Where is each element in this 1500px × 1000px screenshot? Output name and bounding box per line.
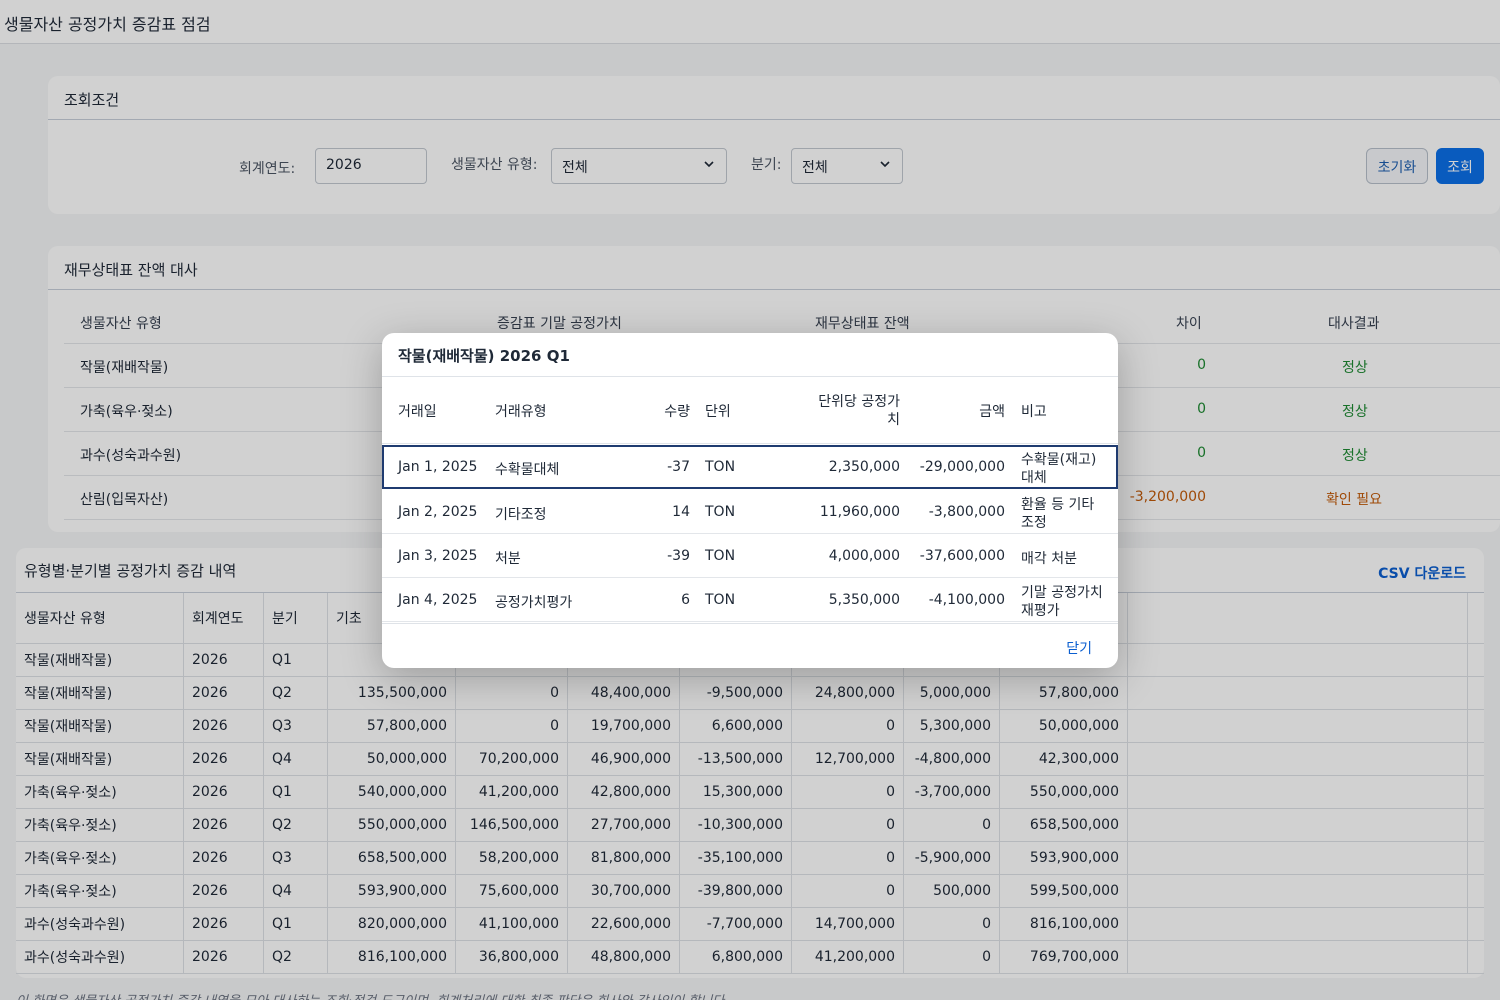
modal-cell-amount: -4,100,000 <box>928 592 1005 608</box>
close-button[interactable]: 닫기 <box>1066 638 1092 658</box>
modal-cell-kind: 처분 <box>495 551 521 567</box>
modal-cell-amount: -3,800,000 <box>928 504 1005 520</box>
modal-cell-unit-fv: 11,960,000 <box>819 504 900 520</box>
modal-cell-unit-fv: 2,350,000 <box>828 459 900 475</box>
modal-col-amount: 금액 <box>979 404 1005 420</box>
modal-cell-qty: -37 <box>667 459 690 475</box>
modal-cell-note2: 재평가 <box>1021 603 1060 619</box>
modal-cell-kind: 수확물대체 <box>495 462 560 478</box>
modal-cell-note2: 조정 <box>1021 515 1047 531</box>
modal-cell-note1: 환율 등 기타 <box>1021 497 1095 513</box>
modal-table-row[interactable]: Jan 1, 2025 수확물대체 -37 TON 2,350,000 -29,000,0… <box>382 445 1118 489</box>
modal-table-row[interactable]: Jan 2, 2025 기타조정 14 TON 11,960,000 -3,800,000… <box>382 490 1118 534</box>
modal-col-unit: 단위 <box>705 404 731 420</box>
modal-cell-note1: 기말 공정가치 <box>1021 585 1103 601</box>
modal-col-unit-fv: 단위당 공정가 <box>818 394 900 410</box>
transaction-detail-modal: 작물(재배작물) 2026 Q1 거래일 거래유형 수량 단위 단위당 공정가 … <box>382 333 1118 668</box>
modal-cell-kind: 공정가치평가 <box>495 595 573 611</box>
modal-cell-kind: 기타조정 <box>495 507 547 523</box>
modal-table-row[interactable]: Jan 3, 2025 처분 -39 TON 4,000,000 -37,600,000 매… <box>382 534 1118 578</box>
modal-cell-date: Jan 4, 2025 <box>398 592 478 608</box>
modal-title: 작물(재배작물) 2026 Q1 <box>398 347 570 365</box>
modal-cell-note1: 수확물(재고) <box>1021 452 1097 468</box>
modal-cell-unit: TON <box>705 592 736 608</box>
modal-cell-unit: TON <box>705 504 736 520</box>
modal-cell-date: Jan 1, 2025 <box>398 459 478 475</box>
modal-cell-unit: TON <box>705 548 736 564</box>
modal-cell-amount: -37,600,000 <box>919 548 1005 564</box>
modal-cell-note1: 매각 처분 <box>1021 551 1077 567</box>
modal-col-date: 거래일 <box>398 404 437 420</box>
modal-cell-unit-fv: 5,350,000 <box>828 592 900 608</box>
modal-col-qty: 수량 <box>664 404 690 420</box>
modal-cell-date: Jan 3, 2025 <box>398 548 478 564</box>
modal-cell-date: Jan 2, 2025 <box>398 504 478 520</box>
modal-cell-unit-fv: 4,000,000 <box>828 548 900 564</box>
modal-footer: 닫기 <box>382 623 1118 668</box>
modal-table-row[interactable]: Jan 4, 2025 공정가치평가 6 TON 5,350,000 -4,100,000… <box>382 578 1118 622</box>
modal-col-note: 비고 <box>1021 404 1047 420</box>
modal-cell-qty: 14 <box>672 504 690 520</box>
modal-col-kind: 거래유형 <box>495 404 547 420</box>
modal-col-unit-fv-wrap: 치 <box>887 412 900 428</box>
modal-cell-note2: 대체 <box>1021 470 1047 486</box>
modal-cell-amount: -29,000,000 <box>919 459 1005 475</box>
modal-cell-qty: -39 <box>667 548 690 564</box>
modal-header-row: 거래일 거래유형 수량 단위 단위당 공정가 치 금액 비고 <box>382 376 1118 444</box>
modal-cell-qty: 6 <box>681 592 690 608</box>
modal-cell-unit: TON <box>705 459 736 475</box>
